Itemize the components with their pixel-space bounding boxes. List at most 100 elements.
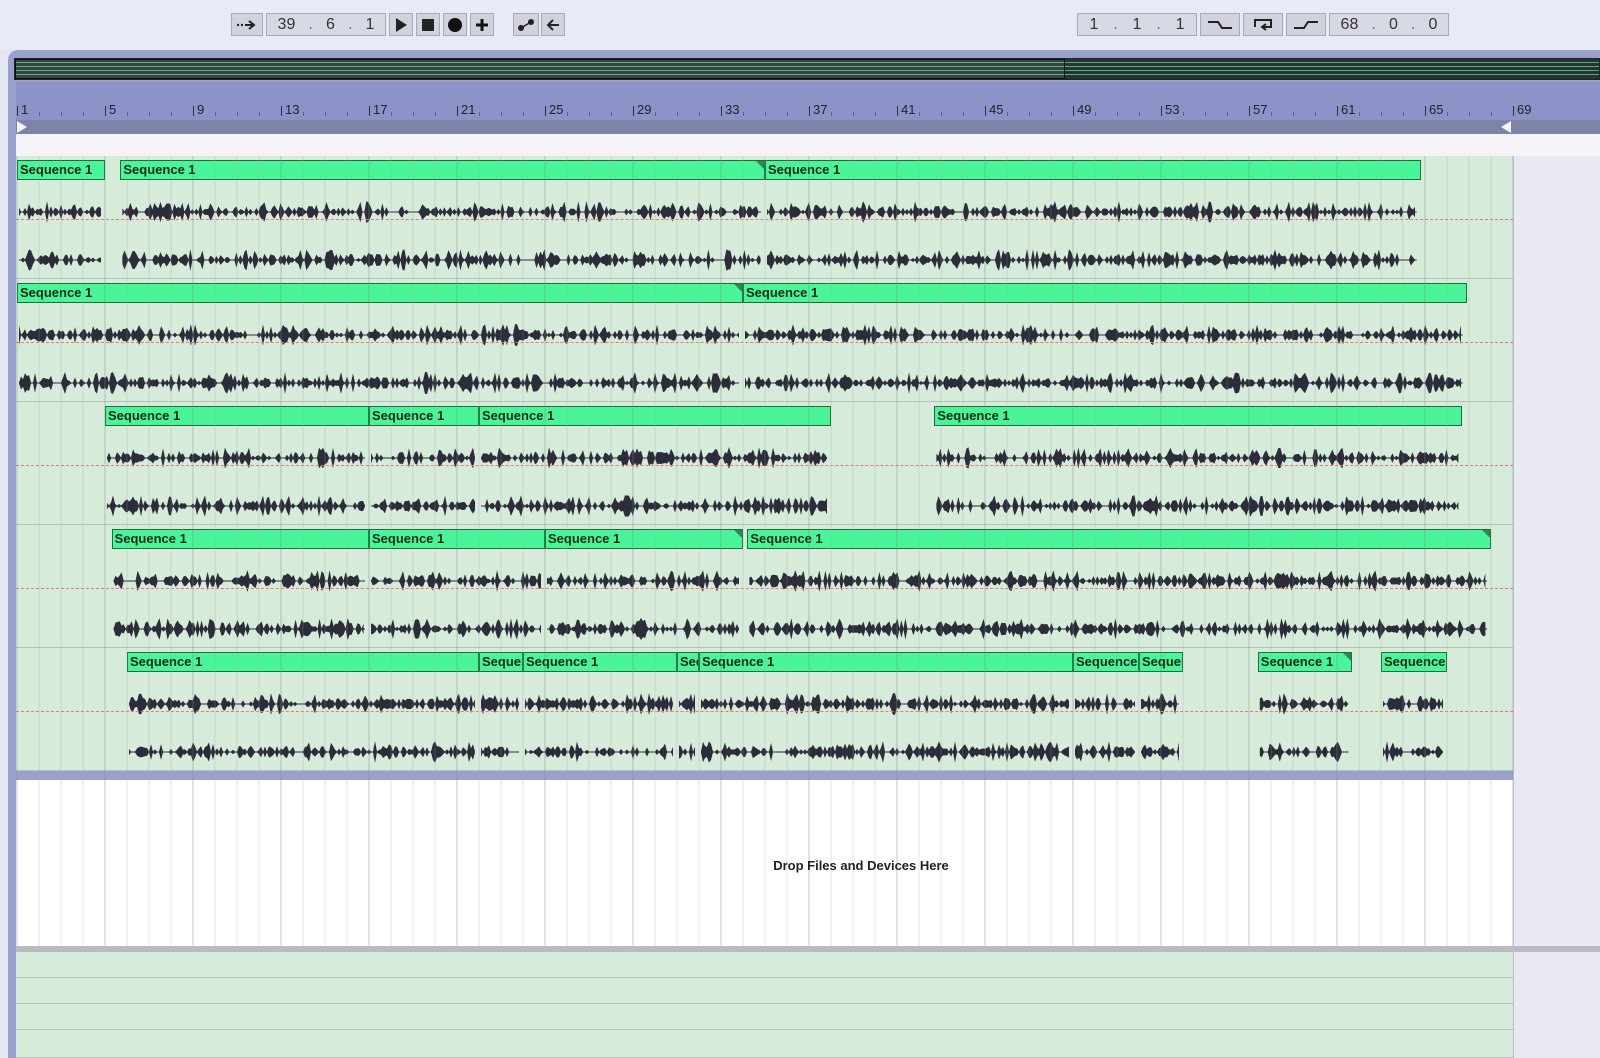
- audio-clip[interactable]: Sequence 1: [523, 652, 677, 672]
- ruler-tick: [17, 106, 18, 116]
- loop-brace-bar[interactable]: [16, 120, 1600, 134]
- ruler-minor-tick: [171, 112, 172, 116]
- return-track-b[interactable]: [16, 978, 1513, 1004]
- audio-clip[interactable]: Sequence 1: [677, 652, 699, 672]
- draw-mode-button[interactable]: [513, 13, 539, 36]
- overview-viewport[interactable]: [15, 59, 1065, 79]
- ruler-tick: [721, 106, 722, 116]
- clip-name: Sequence 1: [130, 654, 203, 669]
- ruler-minor-tick: [853, 112, 854, 116]
- ruler-tick: [281, 106, 282, 116]
- play-button[interactable]: [389, 13, 413, 36]
- clip-name: Sequence 1: [1142, 654, 1182, 669]
- ruler-tick: [897, 106, 898, 116]
- clip-name: Sequence 1: [1076, 654, 1138, 669]
- loop-length-bars: 68: [1340, 15, 1359, 33]
- audio-clip[interactable]: Sequence 1: [747, 529, 1491, 549]
- ruler-tick: [457, 106, 458, 116]
- audio-track-lane[interactable]: Sequence 1 Sequence 1: [16, 279, 1513, 402]
- audio-clip[interactable]: Sequence 1: [127, 652, 479, 672]
- ruler-minor-tick: [1403, 112, 1404, 116]
- position-bar: 39: [277, 15, 296, 33]
- locators-strip[interactable]: [16, 134, 1600, 156]
- ruler-label: 45: [989, 102, 1004, 117]
- ruler-tick: [809, 106, 810, 116]
- audio-track-lane[interactable]: Sequence 1 Sequence 1 Sequence 1 Sequence 1: [16, 402, 1513, 525]
- audio-clip[interactable]: Sequence 1: [934, 406, 1463, 426]
- audio-track-lane[interactable]: Sequence 1 Sequence 1 Sequence 1: [16, 156, 1513, 279]
- clip-fade-handle[interactable]: [755, 161, 764, 169]
- loop-end-marker[interactable]: [1501, 121, 1511, 133]
- ruler-minor-tick: [215, 112, 216, 116]
- follow-button[interactable]: [231, 13, 263, 36]
- beat-time-ruler[interactable]: 1 5 9 13 17 21 25 29 33 37 41 45 49 53 57 61 65 69: [16, 82, 1600, 120]
- clip-name: Sequence 1: [482, 408, 555, 423]
- audio-track-lane[interactable]: Sequence 1 Sequence 1 Sequence 1 Sequence 1: [16, 525, 1513, 648]
- loop-start-beat: 1: [1132, 15, 1142, 33]
- clip-name: Sequence 1: [750, 531, 823, 546]
- song-position-field[interactable]: 39. 6. 1: [266, 13, 386, 36]
- loop-switch-button[interactable]: [1243, 13, 1283, 36]
- overview-scroller[interactable]: [14, 58, 1600, 80]
- clip-fade-handle[interactable]: [1481, 530, 1490, 538]
- clip-name: Sequence 1: [20, 285, 93, 300]
- ruler-minor-tick: [875, 112, 876, 116]
- audio-clip[interactable]: Sequence 1: [17, 283, 743, 303]
- clip-fade-handle[interactable]: [734, 284, 742, 292]
- audio-clip[interactable]: Sequence 1: [1139, 652, 1183, 672]
- ruler-label: 69: [1517, 102, 1532, 117]
- ruler-minor-tick: [303, 112, 304, 116]
- punch-out-button[interactable]: [1286, 13, 1326, 36]
- return-track-a[interactable]: [16, 952, 1513, 978]
- audio-clip[interactable]: Sequence 1: [111, 529, 369, 549]
- plus-icon: [476, 18, 488, 31]
- audio-track-lane[interactable]: Sequence 1 Sequence 1 Sequence 1 Sequence 1…: [16, 648, 1513, 771]
- loop-icon: [1254, 18, 1272, 31]
- follow-arrow-icon: [236, 19, 256, 30]
- ruler-minor-tick: [743, 112, 744, 116]
- master-track[interactable]: [16, 1004, 1513, 1030]
- audio-clip[interactable]: Sequence 1: [369, 406, 479, 426]
- audio-clip[interactable]: Sequence 1: [369, 529, 545, 549]
- clip-fade-handle[interactable]: [734, 530, 742, 538]
- ruler-label: 37: [813, 102, 828, 117]
- extra-track[interactable]: [16, 1030, 1513, 1058]
- ruler-label: 57: [1253, 102, 1268, 117]
- audio-clip[interactable]: Sequence 1: [545, 529, 743, 549]
- audio-clip[interactable]: Sequence 1: [105, 406, 369, 426]
- ruler-tick: [1337, 106, 1338, 116]
- clip-name: Sequence 1: [1260, 654, 1334, 669]
- stop-button[interactable]: [416, 13, 440, 36]
- loop-length-field[interactable]: 68. 0. 0: [1329, 13, 1449, 36]
- audio-clip[interactable]: Sequence 1: [1257, 652, 1353, 672]
- loop-start-marker[interactable]: [17, 121, 27, 133]
- audio-clip[interactable]: Sequence 1: [765, 160, 1421, 180]
- position-sixteenth: 1: [365, 15, 375, 33]
- audio-clip[interactable]: Sequence 1: [699, 652, 1073, 672]
- audio-clip[interactable]: Sequence 1: [1381, 652, 1447, 672]
- loop-start-field[interactable]: 1. 1. 1: [1077, 13, 1197, 36]
- ruler-label: 17: [373, 102, 388, 117]
- clip-name: Sequence 1: [680, 654, 698, 669]
- ruler-tick: [1249, 106, 1250, 116]
- punch-in-button[interactable]: [1200, 13, 1240, 36]
- audio-clip[interactable]: Sequence 1: [479, 652, 523, 672]
- record-button[interactable]: [443, 13, 467, 36]
- audio-clip[interactable]: Sequence 1: [479, 406, 831, 426]
- audio-clip[interactable]: Sequence 1: [1073, 652, 1139, 672]
- audio-clip[interactable]: Sequence 1: [17, 160, 105, 180]
- ruler-tick: [1161, 106, 1162, 116]
- overdub-button[interactable]: [470, 13, 494, 36]
- clip-fade-handle[interactable]: [1343, 653, 1352, 661]
- back-arrow-icon: [546, 18, 559, 31]
- clip-name: Sequence 1: [702, 654, 775, 669]
- audio-clip[interactable]: Sequence 1: [743, 283, 1467, 303]
- ruler-tick: [369, 106, 370, 116]
- channel-divider: [16, 465, 1513, 466]
- loop-length-sixteenths: 0: [1428, 15, 1438, 33]
- ruler-minor-tick: [413, 112, 414, 116]
- audio-clip[interactable]: Sequence 1: [120, 160, 765, 180]
- clip-name: Sequence 1: [20, 162, 93, 177]
- back-to-arrangement-button[interactable]: [541, 13, 565, 36]
- ruler-minor-tick: [655, 112, 656, 116]
